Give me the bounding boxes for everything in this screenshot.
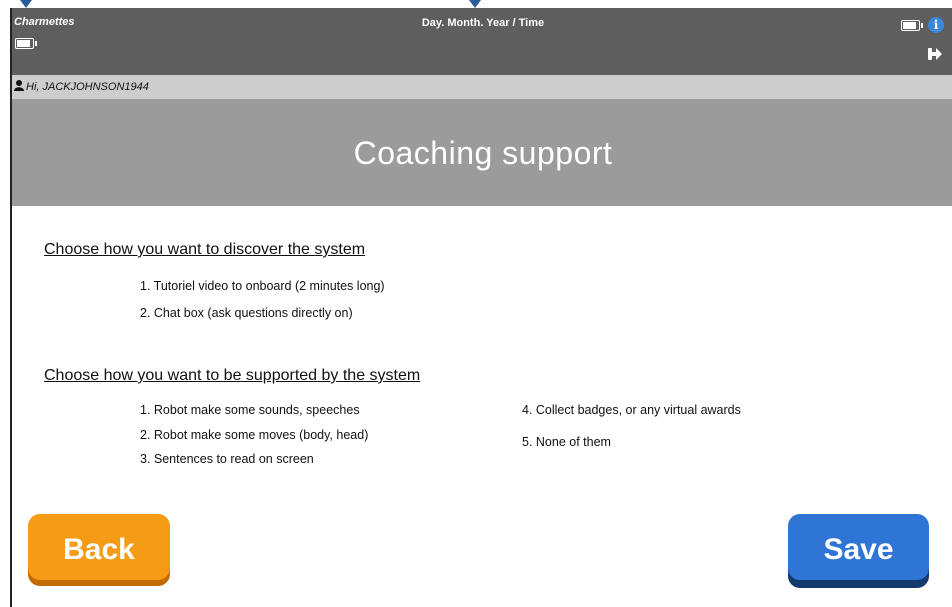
marker-left [20, 0, 32, 8]
logout-icon[interactable] [928, 48, 942, 60]
top-bar: Charmettes Day. Month. Year / Time i [12, 8, 952, 75]
support-option[interactable]: 2. Robot make some moves (body, head) [140, 428, 368, 442]
page-title: Coaching support [353, 135, 613, 171]
support-option[interactable]: 3. Sentences to read on screen [140, 452, 314, 466]
support-option[interactable]: 4. Collect badges, or any virtual awards [522, 403, 741, 417]
battery-icon [901, 20, 923, 31]
user-greeting: Hi, JACKJOHNSON1944 [26, 81, 149, 93]
save-button[interactable]: Save [788, 514, 929, 580]
discover-section-heading: Choose how you want to discover the syst… [44, 241, 366, 258]
discover-option[interactable]: 1. Tutoriel video to onboard (2 minutes … [140, 279, 385, 293]
support-section-heading: Choose how you want to be supported by t… [44, 367, 421, 384]
battery-icon [15, 38, 37, 49]
discover-option[interactable]: 2. Chat box (ask questions directly on) [140, 306, 353, 320]
back-button[interactable]: Back [28, 514, 170, 580]
datetime: Day. Month. Year / Time [421, 17, 545, 29]
title-bar: Coaching support [12, 99, 952, 206]
user-bar: Hi, JACKJOHNSON1944 [12, 75, 952, 99]
support-option[interactable]: 1. Robot make some sounds, speeches [140, 403, 360, 417]
marker-center [469, 0, 481, 8]
app-frame: Charmettes Day. Month. Year / Time i Hi,… [10, 8, 952, 607]
user-icon [14, 80, 24, 91]
info-icon[interactable]: i [928, 17, 944, 33]
support-option[interactable]: 5. None of them [522, 435, 611, 449]
